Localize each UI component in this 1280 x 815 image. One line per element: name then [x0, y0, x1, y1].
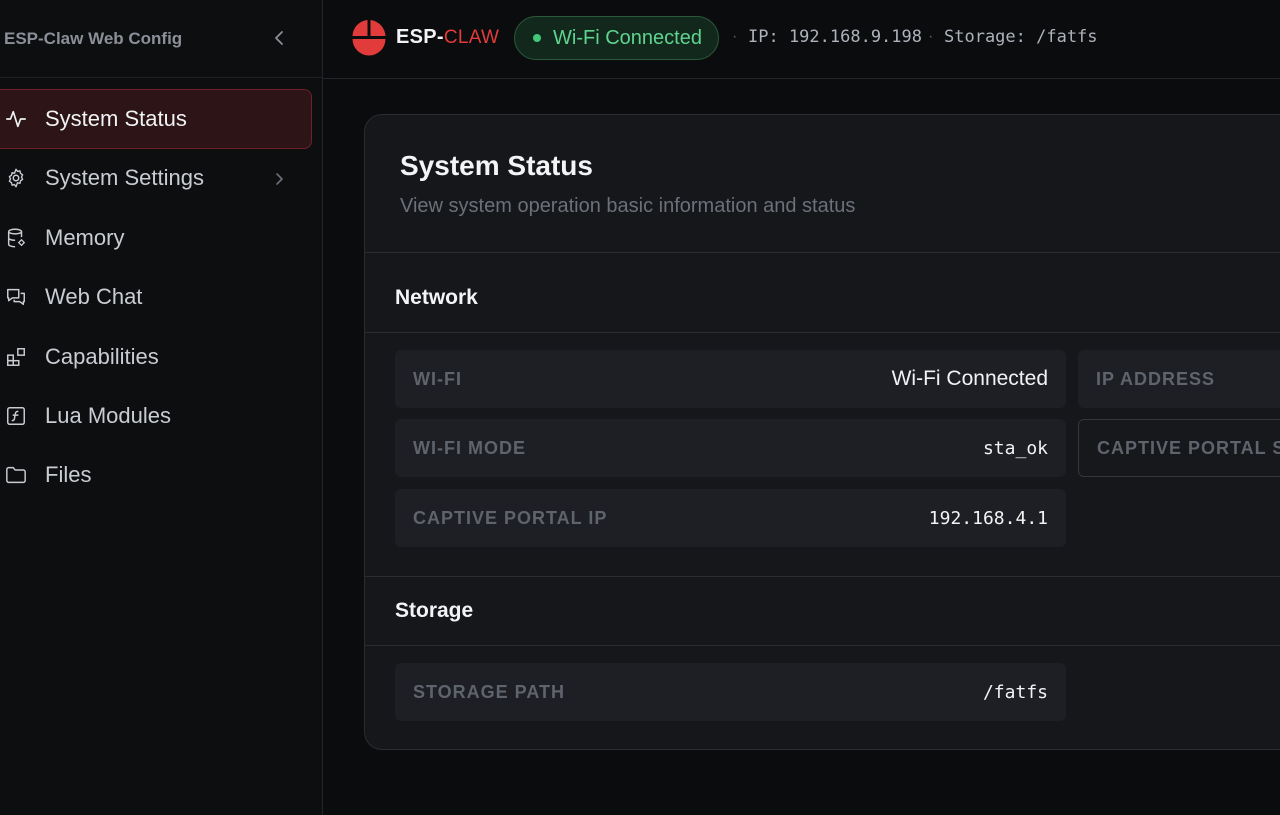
page-title: System Status: [400, 150, 593, 181]
activity-icon: [4, 107, 28, 131]
kv-value: /fatfs: [982, 681, 1048, 703]
wifi-status-badge[interactable]: Wi-Fi Connected: [514, 16, 719, 60]
status-dot: [533, 34, 541, 42]
ip-address-row: IP ADDRESS: [1078, 350, 1280, 408]
logo-icon: [352, 20, 386, 56]
sidebar-item-label: System Settings: [45, 165, 204, 191]
sidebar-header: ESP-Claw Web Config: [0, 0, 322, 78]
database-icon: [4, 226, 28, 250]
sidebar-item-files[interactable]: Files: [0, 445, 312, 505]
divider: [365, 252, 1280, 253]
gear-icon: [4, 166, 28, 190]
brand-name: ESP-CLAW: [396, 26, 499, 49]
blocks-icon: [4, 345, 28, 369]
kv-key: CAPTIVE PORTAL S: [1097, 437, 1280, 458]
captive-portal-ip-row: CAPTIVE PORTAL IP 192.168.4.1: [395, 489, 1066, 547]
function-icon: [4, 404, 28, 428]
sidebar-item-system-settings[interactable]: System Settings: [0, 148, 312, 208]
folder-icon: [4, 463, 28, 487]
sidebar-item-label: System Status: [45, 106, 187, 131]
wifi-status-row: WI-FI Wi-Fi Connected: [395, 350, 1066, 408]
wifi-mode-row: WI-FI MODE sta_ok: [395, 419, 1066, 477]
sidebar-item-system-status[interactable]: System Status: [0, 89, 312, 149]
separator: ·: [732, 28, 738, 45]
chevron-right-icon: [274, 167, 284, 193]
sidebar-item-label: Web Chat: [45, 284, 143, 310]
divider: [365, 332, 1280, 333]
system-status-panel: System Status View system operation basi…: [364, 114, 1280, 750]
kv-value: 192.168.4.1: [928, 507, 1048, 529]
brand-main: ESP-: [396, 26, 444, 48]
sidebar-item-label: Files: [45, 462, 92, 488]
captive-portal-status-row: CAPTIVE PORTAL S: [1078, 419, 1280, 477]
kv-key: WI-FI: [413, 368, 462, 389]
top-bar: ESP-CLAW Wi-Fi Connected · IP: 192.168.9…: [323, 0, 1280, 79]
sidebar-item-web-chat[interactable]: Web Chat: [0, 267, 312, 327]
kv-key: IP ADDRESS: [1096, 368, 1216, 389]
kv-key: CAPTIVE PORTAL IP: [413, 507, 608, 528]
collapse-sidebar-button[interactable]: [268, 27, 290, 49]
kv-key: WI-FI MODE: [413, 437, 526, 458]
chevron-left-icon: [275, 31, 283, 45]
section-title-storage: Storage: [395, 599, 474, 622]
kv-key: STORAGE PATH: [413, 681, 566, 702]
sidebar-item-memory[interactable]: Memory: [0, 208, 312, 268]
sidebar-item-label: Memory: [45, 224, 125, 250]
sidebar-item-capabilities[interactable]: Capabilities: [0, 327, 312, 387]
sidebar: ESP-Claw Web Config System Status System…: [0, 0, 323, 815]
storage-path-row: STORAGE PATH /fatfs: [395, 663, 1066, 721]
storage-text: Storage: /fatfs: [944, 27, 1098, 47]
kv-value: Wi-Fi Connected: [891, 367, 1048, 390]
divider: [365, 576, 1280, 577]
kv-value: sta_ok: [982, 437, 1048, 459]
sidebar-item-label: Capabilities: [45, 343, 159, 369]
chat-bubbles-icon: [4, 285, 28, 309]
section-title-network: Network: [395, 286, 478, 309]
sidebar-item-label: Lua Modules: [45, 403, 171, 429]
divider: [365, 645, 1280, 646]
wifi-status-text: Wi-Fi Connected: [553, 26, 702, 49]
brand-accent: CLAW: [443, 27, 500, 48]
sidebar-item-lua-modules[interactable]: Lua Modules: [0, 386, 312, 446]
app-title: ESP-Claw Web Config: [4, 28, 183, 48]
separator: ·: [928, 28, 934, 45]
page-subtitle: View system operation basic information …: [400, 195, 856, 217]
sidebar-nav: System Status System Settings Memory Web…: [0, 89, 312, 505]
ip-text: IP: 192.168.9.198: [748, 27, 922, 47]
